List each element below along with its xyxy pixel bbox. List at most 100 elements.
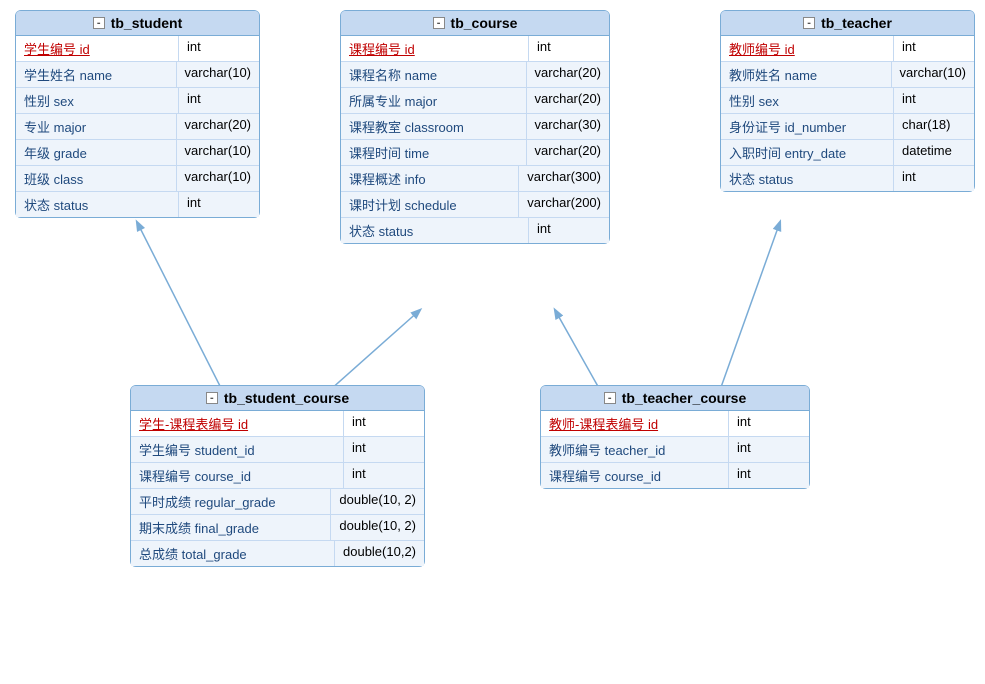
field-type: int (344, 411, 424, 436)
field-name: 课程编号 id (341, 36, 529, 61)
table-title-student: tb_student (111, 15, 183, 31)
field-type: int (894, 36, 974, 61)
field-name: 平时成绩 regular_grade (131, 489, 331, 514)
table-row: 性别 sex int (16, 88, 259, 114)
field-type: varchar(20) (527, 140, 609, 165)
field-type: int (729, 463, 809, 488)
table-row: 学生-课程表编号 id int (131, 411, 424, 437)
table-header-tb-teacher: - tb_teacher (721, 11, 974, 36)
field-type: double(10, 2) (331, 489, 424, 514)
field-name: 入职时间 entry_date (721, 140, 894, 165)
table-row: 教师编号 teacher_id int (541, 437, 809, 463)
table-row: 教师编号 id int (721, 36, 974, 62)
table-row: 状态 status int (16, 192, 259, 217)
field-name: 专业 major (16, 114, 177, 139)
table-tb-student: - tb_student 学生编号 id int 学生姓名 name varch… (15, 10, 260, 218)
table-row: 课程概述 info varchar(300) (341, 166, 609, 192)
table-title-teacher-course: tb_teacher_course (622, 390, 747, 406)
table-tb-student-course: - tb_student_course 学生-课程表编号 id int 学生编号… (130, 385, 425, 567)
field-name: 教师-课程表编号 id (541, 411, 729, 436)
table-row: 性别 sex int (721, 88, 974, 114)
field-name: 课时计划 schedule (341, 192, 519, 217)
field-type: int (729, 437, 809, 462)
field-type: varchar(20) (527, 62, 609, 87)
table-row: 学生编号 id int (16, 36, 259, 62)
field-name: 状态 status (341, 218, 529, 243)
table-body-teacher-course: 教师-课程表编号 id int 教师编号 teacher_id int 课程编号… (541, 411, 809, 488)
table-row: 课程编号 course_id int (131, 463, 424, 489)
field-name: 课程教室 classroom (341, 114, 527, 139)
table-row: 年级 grade varchar(10) (16, 140, 259, 166)
table-row: 课时计划 schedule varchar(200) (341, 192, 609, 218)
table-row: 班级 class varchar(10) (16, 166, 259, 192)
table-tb-teacher-course: - tb_teacher_course 教师-课程表编号 id int 教师编号… (540, 385, 810, 489)
field-type: varchar(10) (892, 62, 974, 87)
table-row: 入职时间 entry_date datetime (721, 140, 974, 166)
field-type: double(10, 2) (331, 515, 424, 540)
field-name: 课程编号 course_id (131, 463, 344, 488)
field-name: 教师编号 teacher_id (541, 437, 729, 462)
field-type: varchar(200) (519, 192, 609, 217)
field-name: 课程概述 info (341, 166, 519, 191)
field-name: 课程名称 name (341, 62, 527, 87)
collapse-btn-student-course[interactable]: - (206, 392, 218, 404)
table-row: 状态 status int (721, 166, 974, 191)
field-name: 状态 status (16, 192, 179, 217)
field-name: 学生姓名 name (16, 62, 177, 87)
field-name: 身份证号 id_number (721, 114, 894, 139)
field-type: int (179, 192, 259, 217)
field-type: int (894, 88, 974, 113)
field-type: double(10,2) (335, 541, 424, 566)
table-row: 课程编号 course_id int (541, 463, 809, 488)
table-row: 教师姓名 name varchar(10) (721, 62, 974, 88)
table-title-course: tb_course (451, 15, 518, 31)
table-tb-teacher: - tb_teacher 教师编号 id int 教师姓名 name varch… (720, 10, 975, 192)
field-name: 学生-课程表编号 id (131, 411, 344, 436)
table-header-tb-course: - tb_course (341, 11, 609, 36)
table-row: 课程教室 classroom varchar(30) (341, 114, 609, 140)
table-row: 期末成绩 final_grade double(10, 2) (131, 515, 424, 541)
field-name: 教师姓名 name (721, 62, 892, 87)
collapse-btn-teacher-course[interactable]: - (604, 392, 616, 404)
field-type: int (344, 437, 424, 462)
field-name: 教师编号 id (721, 36, 894, 61)
table-row: 课程编号 id int (341, 36, 609, 62)
field-name: 状态 status (721, 166, 894, 191)
field-name: 班级 class (16, 166, 177, 191)
table-body-teacher: 教师编号 id int 教师姓名 name varchar(10) 性别 sex… (721, 36, 974, 191)
collapse-btn-student[interactable]: - (93, 17, 105, 29)
field-type: int (729, 411, 809, 436)
field-type: int (529, 218, 609, 243)
field-type: int (344, 463, 424, 488)
field-type: varchar(20) (177, 114, 259, 139)
collapse-btn-teacher[interactable]: - (803, 17, 815, 29)
table-row: 学生姓名 name varchar(10) (16, 62, 259, 88)
field-name: 性别 sex (16, 88, 179, 113)
field-name: 年级 grade (16, 140, 177, 165)
table-title-student-course: tb_student_course (224, 390, 349, 406)
table-row: 课程时间 time varchar(20) (341, 140, 609, 166)
table-row: 专业 major varchar(20) (16, 114, 259, 140)
field-type: int (179, 88, 259, 113)
field-name: 学生编号 id (16, 36, 179, 61)
table-header-tb-student: - tb_student (16, 11, 259, 36)
field-type: int (529, 36, 609, 61)
field-type: char(18) (894, 114, 974, 139)
table-row: 教师-课程表编号 id int (541, 411, 809, 437)
diagram-container: - tb_student 学生编号 id int 学生姓名 name varch… (0, 0, 985, 684)
table-row: 总成绩 total_grade double(10,2) (131, 541, 424, 566)
table-title-teacher: tb_teacher (821, 15, 892, 31)
table-row: 所属专业 major varchar(20) (341, 88, 609, 114)
field-name: 总成绩 total_grade (131, 541, 335, 566)
field-name: 期末成绩 final_grade (131, 515, 331, 540)
table-row: 课程名称 name varchar(20) (341, 62, 609, 88)
table-row: 平时成绩 regular_grade double(10, 2) (131, 489, 424, 515)
field-type: int (179, 36, 259, 61)
table-header-tb-student-course: - tb_student_course (131, 386, 424, 411)
collapse-btn-course[interactable]: - (433, 17, 445, 29)
field-name: 课程时间 time (341, 140, 527, 165)
field-name: 课程编号 course_id (541, 463, 729, 488)
table-row: 学生编号 student_id int (131, 437, 424, 463)
table-body-course: 课程编号 id int 课程名称 name varchar(20) 所属专业 m… (341, 36, 609, 243)
field-name: 学生编号 student_id (131, 437, 344, 462)
